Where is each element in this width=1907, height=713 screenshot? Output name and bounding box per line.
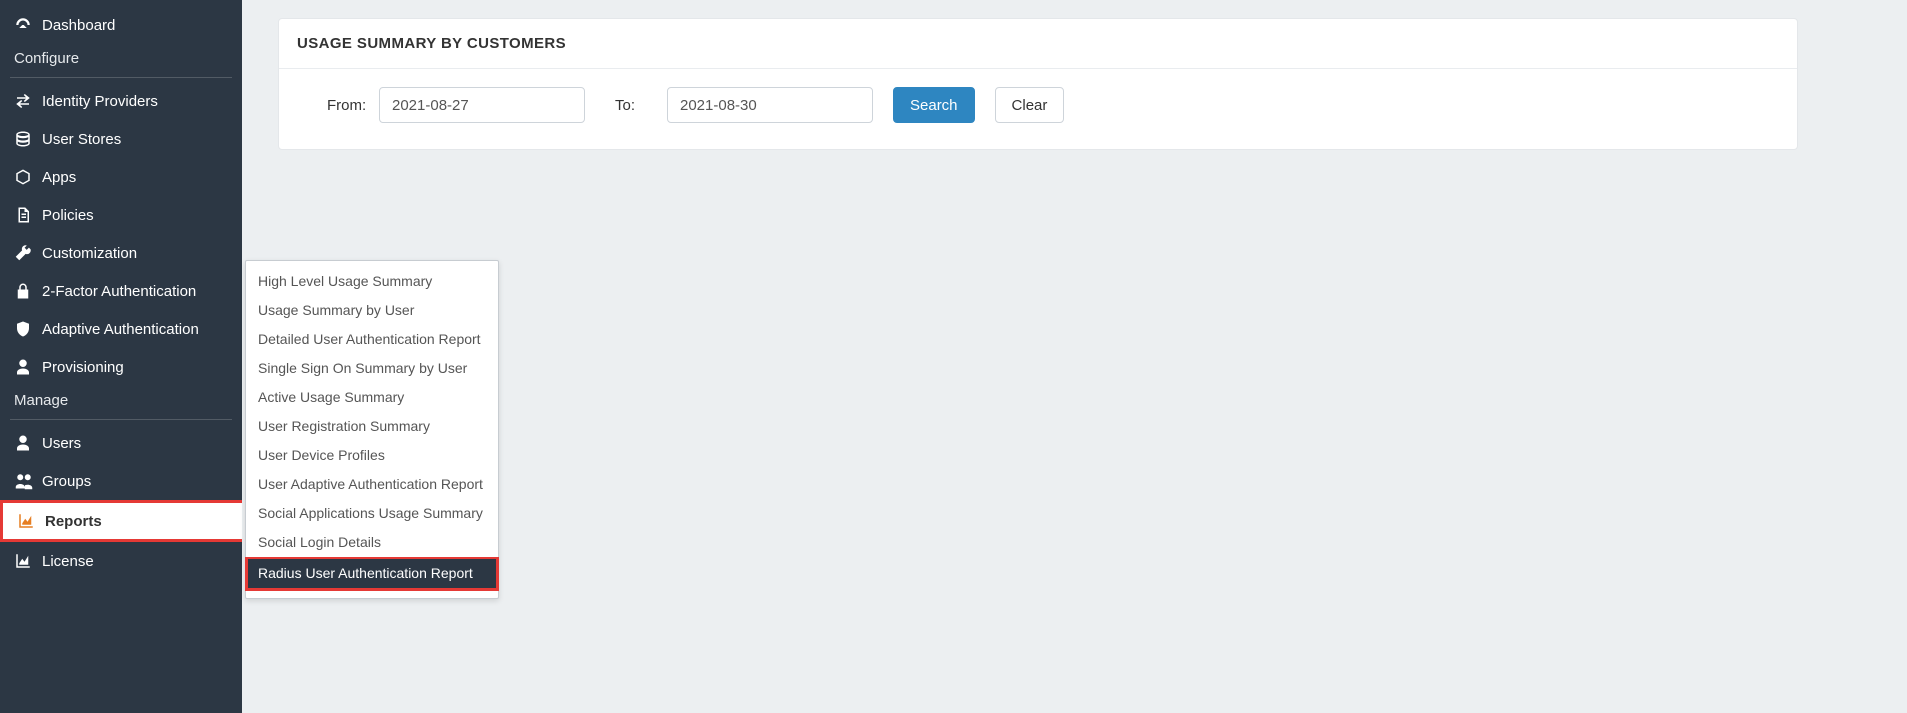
sidebar-item-users[interactable]: Users	[0, 424, 242, 462]
submenu-item-radius-auth-report[interactable]: Radius User Authentication Report	[245, 557, 499, 591]
sidebar-item-groups[interactable]: Groups	[0, 462, 242, 500]
lock-icon	[14, 282, 42, 300]
sidebar-item-dashboard[interactable]: Dashboard	[0, 6, 242, 44]
sidebar-item-label: Identity Providers	[42, 93, 228, 110]
sidebar-item-adaptive-auth[interactable]: Adaptive Authentication	[0, 310, 242, 348]
from-label: From:	[297, 97, 357, 114]
reports-submenu: High Level Usage Summary Usage Summary b…	[245, 260, 499, 599]
sidebar-item-label: Users	[42, 435, 228, 452]
panel-usage-summary: USAGE SUMMARY BY CUSTOMERS From: To: Sea…	[278, 18, 1798, 150]
sidebar-item-label: Customization	[42, 245, 228, 262]
divider	[10, 419, 232, 420]
submenu-item-high-level-usage[interactable]: High Level Usage Summary	[246, 267, 498, 296]
sidebar-item-label: Policies	[42, 207, 228, 224]
exchange-icon	[14, 92, 42, 110]
sidebar-item-label: License	[42, 553, 228, 570]
sidebar-item-apps[interactable]: Apps	[0, 158, 242, 196]
users-icon	[14, 472, 42, 490]
sidebar: Dashboard Configure Identity Providers U…	[0, 0, 242, 713]
submenu-item-social-login[interactable]: Social Login Details	[246, 528, 498, 557]
divider	[10, 77, 232, 78]
search-button[interactable]: Search	[893, 87, 975, 123]
submenu-item-usage-by-user[interactable]: Usage Summary by User	[246, 296, 498, 325]
sidebar-item-label: Reports	[45, 513, 228, 530]
clear-button[interactable]: Clear	[995, 87, 1065, 123]
sidebar-item-policies[interactable]: Policies	[0, 196, 242, 234]
sidebar-item-label: Groups	[42, 473, 228, 490]
sidebar-item-reports[interactable]: Reports	[0, 500, 242, 542]
chart-icon	[17, 512, 45, 530]
dashboard-icon	[14, 16, 42, 34]
sidebar-item-2fa[interactable]: 2-Factor Authentication	[0, 272, 242, 310]
submenu-item-user-registration[interactable]: User Registration Summary	[246, 412, 498, 441]
sidebar-item-provisioning[interactable]: Provisioning	[0, 348, 242, 386]
panel-title: USAGE SUMMARY BY CUSTOMERS	[279, 19, 1797, 69]
to-label: To:	[605, 97, 645, 114]
file-icon	[14, 206, 42, 224]
sidebar-section-configure: Configure	[0, 44, 242, 75]
sidebar-section-manage: Manage	[0, 386, 242, 417]
submenu-item-device-profiles[interactable]: User Device Profiles	[246, 441, 498, 470]
sidebar-nav: Dashboard Configure Identity Providers U…	[0, 0, 242, 580]
wrench-icon	[14, 244, 42, 262]
submenu-item-social-apps-usage[interactable]: Social Applications Usage Summary	[246, 499, 498, 528]
sidebar-item-label: Provisioning	[42, 359, 228, 376]
user-icon	[14, 358, 42, 376]
submenu-item-sso-summary[interactable]: Single Sign On Summary by User	[246, 354, 498, 383]
sidebar-item-label: Dashboard	[42, 17, 228, 34]
sidebar-item-label: 2-Factor Authentication	[42, 283, 228, 300]
to-date-input[interactable]	[667, 87, 873, 123]
submenu-item-active-usage[interactable]: Active Usage Summary	[246, 383, 498, 412]
sidebar-item-license[interactable]: License	[0, 542, 242, 580]
sidebar-item-label: Apps	[42, 169, 228, 186]
sidebar-item-label: User Stores	[42, 131, 228, 148]
sidebar-item-customization[interactable]: Customization	[0, 234, 242, 272]
submenu-item-adaptive-auth-report[interactable]: User Adaptive Authentication Report	[246, 470, 498, 499]
sidebar-item-identity-providers[interactable]: Identity Providers	[0, 82, 242, 120]
panel-body: From: To: Search Clear	[279, 69, 1797, 149]
from-date-input[interactable]	[379, 87, 585, 123]
form-group-to: To:	[605, 87, 873, 123]
user-icon	[14, 434, 42, 452]
sidebar-item-label: Adaptive Authentication	[42, 321, 228, 338]
cube-icon	[14, 168, 42, 186]
database-icon	[14, 130, 42, 148]
chart-icon	[14, 552, 42, 570]
shield-icon	[14, 320, 42, 338]
form-group-from: From:	[297, 87, 585, 123]
sidebar-item-user-stores[interactable]: User Stores	[0, 120, 242, 158]
submenu-item-detailed-auth[interactable]: Detailed User Authentication Report	[246, 325, 498, 354]
